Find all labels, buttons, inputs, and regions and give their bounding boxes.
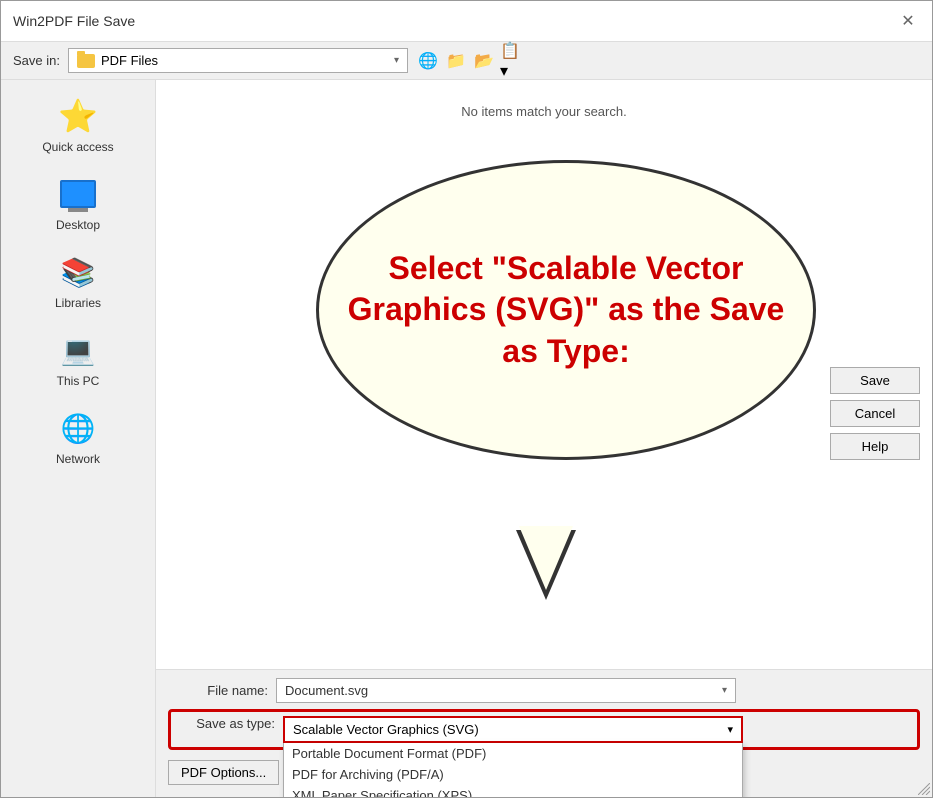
action-buttons: Save Cancel Help [830,367,920,460]
type-option-xps[interactable]: XML Paper Specification (XPS) [284,785,742,797]
libraries-icon: 📚 [58,252,98,292]
title-bar: Win2PDF File Save ✕ [1,1,932,42]
network-label: Network [56,452,100,466]
sidebar-item-network[interactable]: 🌐 Network [1,400,155,474]
close-button[interactable]: ✕ [896,9,920,33]
file-name-dropdown-icon: ▾ [722,685,727,696]
resize-handle[interactable] [918,783,930,795]
save-button[interactable]: Save [830,367,920,394]
file-name-row: File name: Document.svg ▾ [168,678,920,703]
sidebar-item-desktop[interactable]: Desktop [1,166,155,240]
content-area: ⭐ Quick access Desktop 📚 Libraries 💻 Thi… [1,80,932,797]
view-icon[interactable]: 📋▾ [500,49,524,73]
desktop-icon [58,174,98,214]
dialog-window: Win2PDF File Save ✕ Save in: PDF Files ▾… [0,0,933,798]
file-name-value: Document.svg [285,683,368,698]
bottom-bar: File name: Document.svg ▾ Save as type: … [156,669,932,797]
quick-access-label: Quick access [42,140,113,154]
save-as-type-row: Save as type: Scalable Vector Graphics (… [168,709,920,750]
save-as-type-wrapper: Scalable Vector Graphics (SVG) ▾ Portabl… [283,716,743,743]
folder-icon [77,54,95,68]
save-in-label: Save in: [13,53,60,68]
toolbar: Save in: PDF Files ▾ 🌐 📁 📂 📋▾ [1,42,932,80]
sidebar-item-quick-access[interactable]: ⭐ Quick access [1,88,155,162]
quick-access-icon: ⭐ [58,96,98,136]
this-pc-label: This PC [57,374,100,388]
cancel-button[interactable]: Cancel [830,400,920,427]
dropdown-arrow-icon: ▾ [394,55,399,66]
save-as-type-selected: Scalable Vector Graphics (SVG) [293,722,479,737]
help-button[interactable]: Help [830,433,920,460]
main-content: No items match your search. Select "Scal… [156,80,932,797]
file-area: No items match your search. [156,80,932,669]
up-icon[interactable]: 📂 [472,49,496,73]
folder-name: PDF Files [101,53,158,68]
back-icon[interactable]: 📁 [444,49,468,73]
pdf-options-button[interactable]: PDF Options... [168,760,279,785]
web-icon[interactable]: 🌐 [416,49,440,73]
libraries-label: Libraries [55,296,101,310]
this-pc-icon: 💻 [58,330,98,370]
sidebar-item-libraries[interactable]: 📚 Libraries [1,244,155,318]
nav-icons: 🌐 📁 📂 📋▾ [416,49,524,73]
type-option-pdfa[interactable]: PDF for Archiving (PDF/A) [284,764,742,785]
type-chevron-icon: ▾ [727,723,733,736]
dialog-title: Win2PDF File Save [13,13,135,29]
file-name-input[interactable]: Document.svg ▾ [276,678,736,703]
save-as-type-list: Portable Document Format (PDF) PDF for A… [283,743,743,797]
save-as-type-label: Save as type: [175,716,275,731]
sidebar-item-this-pc[interactable]: 💻 This PC [1,322,155,396]
save-in-dropdown[interactable]: PDF Files ▾ [68,48,408,73]
sidebar: ⭐ Quick access Desktop 📚 Libraries 💻 Thi… [1,80,156,797]
desktop-label: Desktop [56,218,100,232]
network-icon: 🌐 [58,408,98,448]
file-name-label: File name: [168,683,268,698]
save-as-type-dropdown[interactable]: Scalable Vector Graphics (SVG) ▾ [283,716,743,743]
type-option-pdf[interactable]: Portable Document Format (PDF) [284,743,742,764]
no-items-text: No items match your search. [461,104,626,119]
